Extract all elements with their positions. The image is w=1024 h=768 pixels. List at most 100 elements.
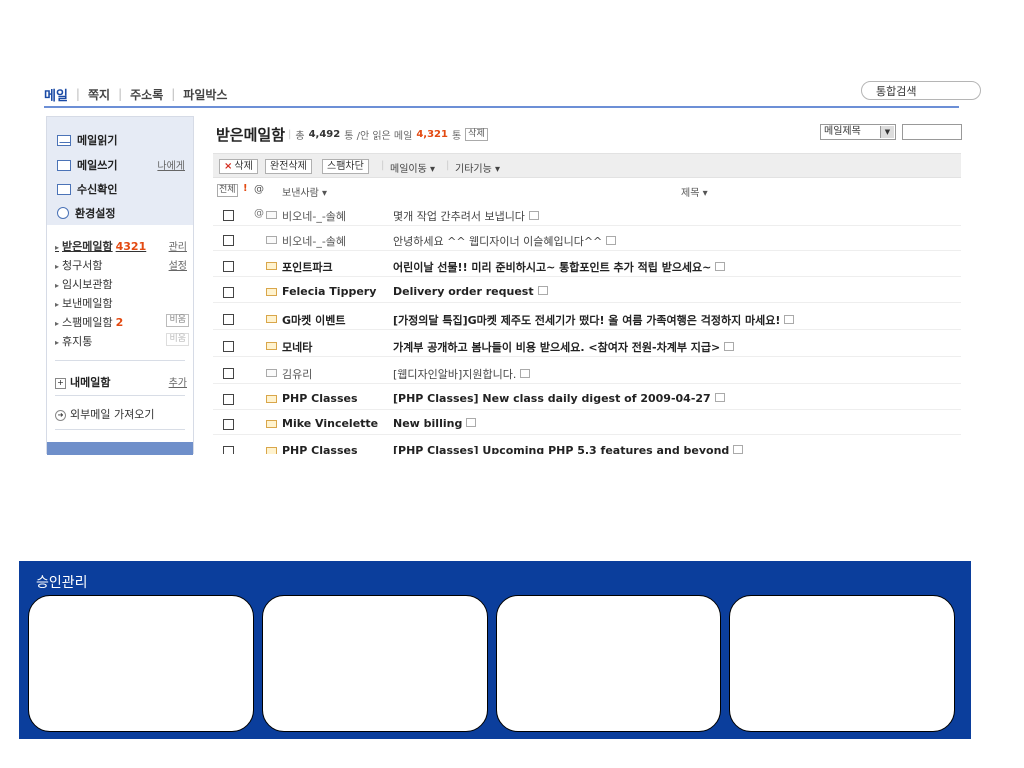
message-row[interactable]: Felecia Tippery Delivery order request: [213, 281, 961, 303]
message-subject[interactable]: [PHP Classes] New class daily digest of …: [393, 392, 725, 405]
message-sender[interactable]: PHP Classes: [282, 392, 358, 405]
nav-addressbook[interactable]: 주소록: [130, 86, 163, 103]
my-mailbox[interactable]: + 내메일함 추가: [55, 374, 193, 390]
folder-spam[interactable]: ▸ 스팸메일함 2 비움: [55, 314, 193, 330]
message-row[interactable]: 비오네-_-솔혜 안녕하세요 ^^ 웹디자이너 이슬혜입니다^^: [213, 229, 961, 251]
message-checkbox[interactable]: [223, 287, 234, 298]
preview-icon[interactable]: [724, 342, 735, 351]
sidebar-banner[interactable]: [47, 442, 193, 455]
move-mail-menu[interactable]: 메일이동 ▾: [390, 160, 435, 175]
message-row[interactable]: PHP Classes [PHP Classes] Upcoming PHP 5…: [213, 440, 961, 454]
folder-sent[interactable]: ▸ 보낸메일함: [55, 295, 193, 311]
nav-mail[interactable]: 메일: [44, 85, 68, 104]
nav-memo[interactable]: 쪽지: [88, 86, 110, 103]
message-sender[interactable]: Mike Vincelette: [282, 417, 378, 430]
more-functions-menu[interactable]: 기타기능 ▾: [455, 160, 500, 175]
folder-inbox[interactable]: ▸ 받은메일함 4321 관리: [55, 238, 193, 254]
message-subject[interactable]: 어린이날 선물!! 미리 준비하시고~ 통합포인트 추가 적립 받으세요~: [393, 259, 726, 275]
unread-unit: 통: [451, 131, 462, 142]
preview-icon[interactable]: [714, 393, 725, 402]
important-column[interactable]: !: [243, 183, 248, 194]
preview-icon[interactable]: [733, 445, 744, 454]
preview-icon[interactable]: [715, 262, 726, 271]
expand-icon[interactable]: +: [55, 378, 66, 389]
message-row[interactable]: 모네타 가계부 공개하고 봄나들이 비용 받으세요. <참여자 전원-차계부 지…: [213, 335, 961, 357]
receipt-check-link[interactable]: 수신확인: [57, 181, 117, 197]
delete-unread-button[interactable]: 삭제: [465, 128, 488, 141]
message-subject[interactable]: Delivery order request: [393, 285, 548, 298]
message-subject[interactable]: [PHP Classes] Upcoming PHP 5.3 features …: [393, 444, 744, 454]
sidebar-divider: [55, 429, 185, 430]
delete-button[interactable]: × 삭제: [219, 159, 258, 174]
message-row[interactable]: PHP Classes [PHP Classes] New class dail…: [213, 388, 961, 410]
perm-delete-button[interactable]: 완전삭제: [265, 159, 312, 174]
message-checkbox[interactable]: [223, 235, 234, 246]
mail-search-input[interactable]: [902, 124, 962, 140]
message-subject[interactable]: 안녕하세요 ^^ 웹디자이너 이슬혜입니다^^: [393, 233, 617, 249]
bullet-icon: ▸: [55, 262, 60, 271]
message-subject[interactable]: [가정의달 특집]G마켓 제주도 전세기가 떴다! 올 여름 가족여행은 걱정하…: [393, 312, 795, 328]
message-checkbox[interactable]: [223, 341, 234, 352]
sender-column-sort[interactable]: 보낸사람 ▾: [282, 184, 327, 199]
message-subject[interactable]: New billing: [393, 417, 477, 430]
integrated-search-input[interactable]: 통합검색: [861, 81, 981, 100]
preview-icon[interactable]: [606, 236, 617, 245]
message-row[interactable]: @ 비오네-_-솔혜 몇개 작업 간추려서 보냅니다: [213, 204, 961, 226]
subject-text: 몇개 작업 간추려서 보냅니다: [393, 210, 525, 223]
message-row[interactable]: 포인트파크 어린이날 선물!! 미리 준비하시고~ 통합포인트 추가 적립 받으…: [213, 255, 961, 277]
message-sender[interactable]: 김유리: [282, 366, 312, 382]
message-sender[interactable]: Felecia Tippery: [282, 285, 376, 298]
message-checkbox[interactable]: [223, 419, 234, 430]
block-spam-button[interactable]: 스팸차단: [322, 159, 369, 174]
message-checkbox[interactable]: [223, 446, 234, 454]
subject-column-sort[interactable]: 제목 ▾: [681, 184, 708, 199]
folder-bills[interactable]: ▸ 청구서함 설정: [55, 257, 193, 273]
preview-icon[interactable]: [528, 211, 539, 220]
message-row[interactable]: 김유리 [웹디자인알바]지원합니다.: [213, 362, 961, 384]
folder-label: 스팸메일함: [62, 316, 113, 329]
external-mail-link[interactable]: ➜ 외부메일 가져오기: [55, 406, 154, 422]
attachment-column[interactable]: @: [254, 184, 264, 195]
message-subject[interactable]: 가계부 공개하고 봄나들이 비용 받으세요. <참여자 전원-차계부 지급>: [393, 339, 735, 355]
approval-card[interactable]: [729, 595, 955, 732]
folder-trash[interactable]: ▸ 휴지통 비움: [55, 333, 193, 349]
message-checkbox[interactable]: [223, 210, 234, 221]
select-all-button[interactable]: 전체: [217, 184, 238, 197]
approval-card[interactable]: [28, 595, 254, 732]
empty-spam-button[interactable]: 비움: [166, 314, 189, 327]
message-sender[interactable]: 모네타: [282, 339, 312, 355]
unread-count: 4,321: [416, 129, 448, 140]
message-row[interactable]: Mike Vincelette New billing: [213, 413, 961, 435]
message-sender[interactable]: G마켓 이벤트: [282, 312, 345, 328]
folder-manage-link[interactable]: 관리: [169, 238, 187, 253]
preview-icon[interactable]: [784, 315, 795, 324]
message-sender[interactable]: 비오네-_-솔혜: [282, 208, 346, 224]
preview-icon[interactable]: [520, 369, 531, 378]
add-mailbox-link[interactable]: 추가: [169, 374, 187, 389]
nav-filebox[interactable]: 파일박스: [183, 86, 227, 103]
message-sender[interactable]: PHP Classes: [282, 444, 358, 454]
message-checkbox[interactable]: [223, 394, 234, 405]
preview-icon[interactable]: [466, 418, 477, 427]
write-to-self-link[interactable]: 나에게: [157, 157, 185, 172]
message-checkbox[interactable]: [223, 368, 234, 379]
folder-drafts[interactable]: ▸ 임시보관함: [55, 276, 193, 292]
approval-card[interactable]: [262, 595, 488, 732]
message-sender[interactable]: 포인트파크: [282, 259, 333, 275]
settings-link[interactable]: 환경설정: [57, 205, 115, 221]
preview-icon[interactable]: [537, 286, 548, 295]
read-mail-link[interactable]: 메일읽기: [57, 132, 117, 148]
message-subject[interactable]: [웹디자인알바]지원합니다.: [393, 366, 531, 382]
empty-trash-button[interactable]: 비움: [166, 333, 189, 346]
folder-setting-link[interactable]: 설정: [169, 257, 187, 272]
message-row[interactable]: G마켓 이벤트 [가정의달 특집]G마켓 제주도 전세기가 떴다! 올 여름 가…: [213, 308, 961, 330]
message-subject[interactable]: 몇개 작업 간추려서 보냅니다: [393, 208, 539, 224]
search-field-select[interactable]: 메일제목 ▼: [820, 124, 896, 140]
list-header: 전체 ! @ 보낸사람 ▾ 제목 ▾: [213, 182, 961, 200]
folder-label: 받은메일함: [62, 240, 113, 253]
inbox-summary: | 총 4,492 통 /안 읽은 메일 4,321 통 삭제: [288, 127, 488, 142]
message-sender[interactable]: 비오네-_-솔혜: [282, 233, 346, 249]
approval-card[interactable]: [496, 595, 721, 732]
message-checkbox[interactable]: [223, 261, 234, 272]
message-checkbox[interactable]: [223, 314, 234, 325]
